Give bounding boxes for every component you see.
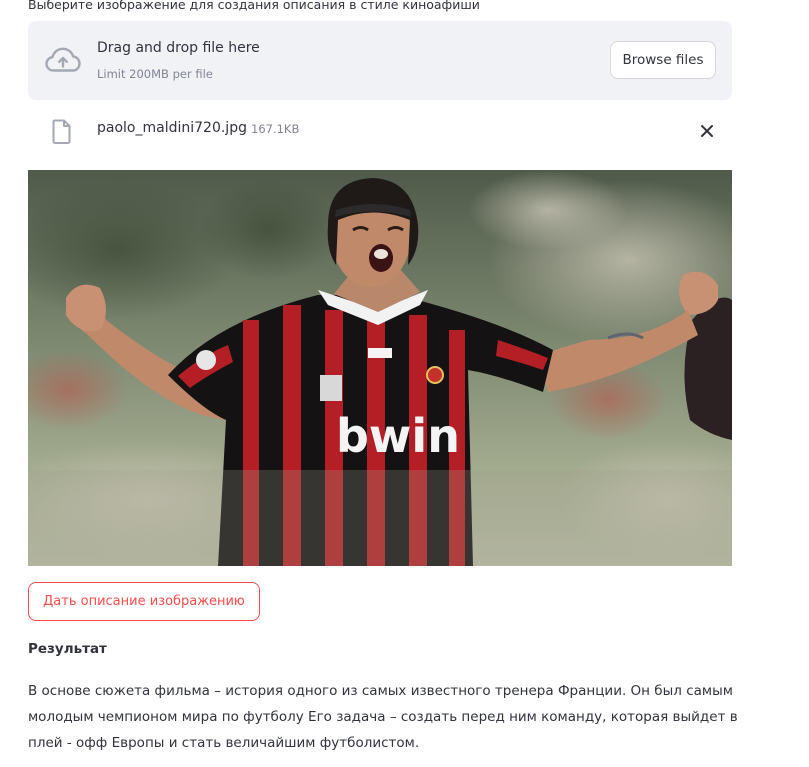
- file-icon: [52, 119, 71, 144]
- close-icon[interactable]: [697, 121, 717, 141]
- describe-image-button[interactable]: Дать описание изображению: [28, 582, 260, 621]
- uploader-label: Выберите изображение для создания описан…: [28, 0, 480, 12]
- dropzone-title: Drag and drop file here: [97, 40, 260, 56]
- uploaded-image: bwin: [28, 170, 732, 566]
- cloud-upload-icon: [45, 47, 81, 72]
- uploaded-file-row: paolo_maldini720.jpg 167.1KB: [28, 114, 732, 148]
- app-page: Выберите изображение для создания описан…: [0, 0, 809, 767]
- browse-files-button[interactable]: Browse files: [610, 41, 716, 79]
- result-text: В основе сюжета фильма – история одного …: [28, 683, 738, 751]
- football-player-photo: bwin: [28, 170, 732, 566]
- file-name: paolo_maldini720.jpg: [97, 120, 247, 136]
- file-size: 167.1KB: [251, 122, 300, 136]
- jersey-sponsor: bwin: [336, 409, 460, 463]
- file-dropzone[interactable]: Drag and drop file here Limit 200MB per …: [28, 21, 732, 100]
- dropzone-limit: Limit 200MB per file: [97, 67, 213, 81]
- result-heading: Результат: [28, 641, 107, 657]
